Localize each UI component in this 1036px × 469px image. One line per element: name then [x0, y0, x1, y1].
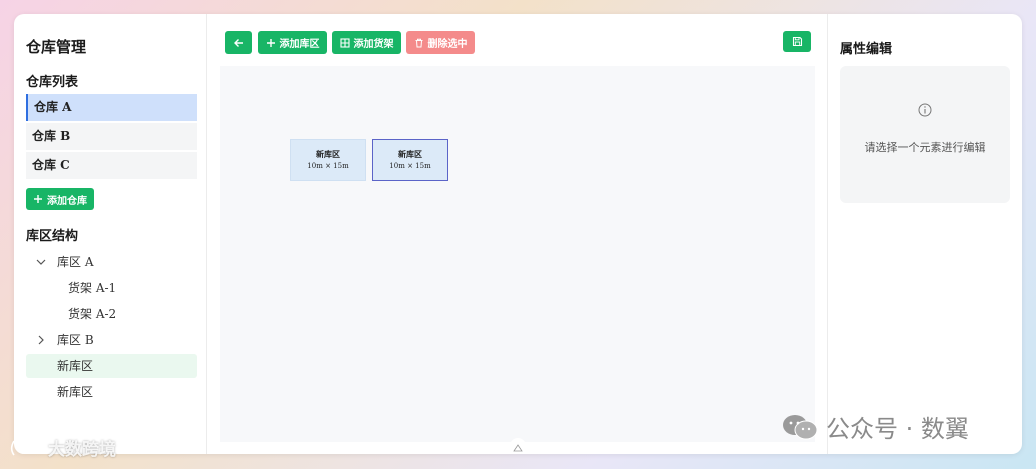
properties-panel: 属性编辑 请选择一个元素进行编辑	[827, 14, 1022, 454]
grid-icon	[339, 37, 350, 48]
add-shelf-label: 添加货架	[353, 39, 394, 50]
warehouse-item-a[interactable]: 仓库 A	[26, 94, 197, 121]
toolbar: 添加库区 添加货架 删除选中	[207, 14, 827, 64]
add-warehouse-label: 添加仓库	[47, 195, 87, 207]
tree-item-new-zone-1[interactable]: 新库区	[26, 354, 197, 378]
warehouse-list-title: 仓库列表	[26, 75, 79, 90]
tree-item-zone-a[interactable]: 库区 A	[26, 250, 197, 274]
save-button[interactable]	[783, 31, 811, 52]
zone-dimensions: 10m × 15m	[307, 162, 349, 170]
delete-selected-label: 删除选中	[427, 39, 468, 50]
zone-block-selected[interactable]: 新库区 10m × 15m	[372, 139, 448, 181]
plus-icon	[266, 38, 275, 47]
tree-item-label: 货架 A-2	[68, 307, 117, 321]
arrow-left-icon	[233, 38, 243, 47]
properties-empty-state: 请选择一个元素进行编辑	[840, 66, 1010, 203]
tree-item-shelf-a2[interactable]: 货架 A-2	[26, 302, 197, 326]
tree-item-label: 货架 A-1	[68, 281, 117, 295]
add-warehouse-button[interactable]: 添加仓库	[26, 188, 94, 210]
watermark-right: 公众号 · 数翼	[780, 409, 969, 444]
add-zone-button[interactable]: 添加库区	[258, 31, 327, 54]
sidebar-title: 仓库管理	[26, 38, 87, 56]
wechat-icon	[783, 414, 818, 439]
zone-block[interactable]: 新库区 10m × 15m	[290, 139, 366, 181]
tree-item-new-zone-2[interactable]: 新库区	[26, 380, 197, 404]
add-zone-label: 添加库区	[279, 39, 320, 50]
chevron-down-icon[interactable]	[36, 257, 46, 267]
zone-name: 新库区	[398, 149, 422, 159]
canvas-collapse-handle[interactable]	[510, 438, 526, 452]
properties-title: 属性编辑	[840, 42, 893, 57]
tree-item-label: 新库区	[57, 359, 94, 373]
watermark-left: 大数跨境	[10, 435, 116, 460]
tree-item-label: 库区 B	[57, 333, 94, 347]
sidebar: 仓库管理 仓库列表 仓库 A 仓库 B 仓库 C 添加仓库 库区结构 库区 A …	[14, 14, 207, 454]
add-shelf-button[interactable]: 添加货架	[332, 31, 401, 54]
tree-item-shelf-a1[interactable]: 货架 A-1	[26, 276, 197, 300]
warehouse-item-c[interactable]: 仓库 C	[26, 152, 197, 179]
watermark-logo-icon	[10, 440, 41, 455]
plus-icon	[34, 195, 42, 203]
tree-item-label: 新库区	[57, 385, 94, 399]
app-window: 仓库管理 仓库列表 仓库 A 仓库 B 仓库 C 添加仓库 库区结构 库区 A …	[14, 14, 1022, 454]
save-icon	[792, 36, 802, 47]
watermark-right-text: 公众号 · 数翼	[826, 415, 969, 443]
layout-canvas[interactable]: 新库区 10m × 15m 新库区 10m × 15m	[220, 66, 815, 442]
mountain-icon	[513, 444, 523, 452]
zone-name: 新库区	[316, 149, 340, 159]
chevron-right-icon[interactable]	[36, 335, 46, 345]
trash-icon	[415, 38, 422, 47]
zone-structure-title: 库区结构	[26, 229, 79, 244]
warehouse-item-b[interactable]: 仓库 B	[26, 123, 197, 150]
zone-dimensions: 10m × 15m	[389, 162, 431, 170]
tree-item-zone-b[interactable]: 库区 B	[26, 328, 197, 352]
tree-item-label: 库区 A	[57, 255, 94, 269]
properties-empty-text: 请选择一个元素进行编辑	[864, 141, 986, 154]
watermark-left-text: 大数跨境	[48, 440, 116, 460]
info-icon	[918, 103, 932, 117]
back-button[interactable]	[225, 31, 252, 54]
delete-selected-button[interactable]: 删除选中	[406, 31, 475, 54]
